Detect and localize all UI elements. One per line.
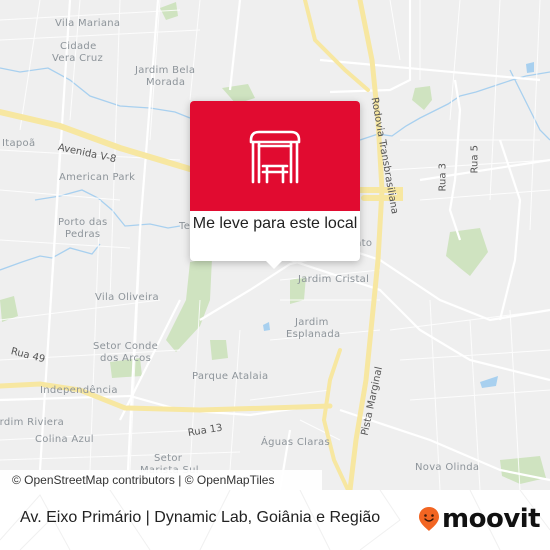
bus-stop-shelter-icon: [249, 130, 301, 184]
moovit-logo[interactable]: moovit: [418, 504, 541, 534]
road: [321, 348, 350, 490]
place-label: dos Arcos: [100, 353, 152, 364]
place-label: Pedras: [65, 229, 101, 240]
place-label: Porto das: [58, 217, 108, 228]
place-label: Vila Mariana: [55, 18, 121, 29]
place-label: Setor: [154, 453, 183, 464]
place-label: Nova Olinda: [415, 462, 480, 473]
park-area: [500, 456, 546, 484]
river: [509, 69, 550, 141]
lake: [480, 376, 498, 388]
place-label: American Park: [59, 172, 136, 183]
place-label: Colina Azul: [35, 434, 94, 445]
place-label: Vera Cruz: [52, 53, 104, 64]
map-attribution: © OpenStreetMap contributors | © OpenMap…: [0, 470, 322, 490]
park-area: [446, 228, 488, 276]
place-label: Jardim Riviera: [0, 417, 65, 428]
road: [303, 0, 370, 92]
map-view[interactable]: Vila Mariana Cidade Vera Cruz Jardim Bel…: [0, 0, 550, 490]
location-title: Av. Eixo Primário | Dynamic Lab, Goiânia…: [20, 509, 381, 526]
place-label: Jardim: [295, 317, 329, 328]
place-label: Te: [179, 221, 191, 232]
lake: [526, 62, 534, 73]
road-label: Rua 3: [437, 162, 449, 192]
place-label: Cidade: [60, 41, 97, 52]
park-area: [412, 86, 432, 110]
osm-attribution-link[interactable]: © OpenStreetMap contributors: [12, 473, 175, 487]
place-label: Setor Conde: [93, 341, 159, 352]
place-label: Vila Oliveira: [95, 292, 159, 303]
place-label: Independência: [40, 385, 118, 396]
place-label: Itapoã: [2, 138, 36, 149]
place-label: Águas Claras: [261, 437, 330, 448]
take-me-here-button[interactable]: Me leve para este local: [190, 213, 360, 235]
footer: Av. Eixo Primário | Dynamic Lab, Goiânia…: [0, 490, 550, 550]
road-label: Rua 5: [469, 144, 481, 174]
moovit-pin-icon: [419, 507, 439, 531]
place-label: Jardim Cristal: [298, 274, 370, 285]
place-label: Parque Atalaia: [192, 371, 269, 382]
popup-pointer: [265, 260, 283, 269]
river: [0, 243, 101, 271]
place-label: Morada: [146, 77, 186, 88]
park-area: [210, 340, 228, 360]
location-popup[interactable]: Me leve para este local: [190, 101, 360, 269]
place-label: Esplanada: [286, 329, 341, 340]
openmaptiles-attribution-link[interactable]: © OpenMapTiles: [185, 473, 275, 487]
park-area: [166, 258, 212, 352]
moovit-wordmark: moovit: [442, 504, 541, 534]
place-label: Jardim Bela: [135, 65, 196, 76]
popup-header: [190, 101, 360, 211]
lake: [263, 322, 270, 331]
attribution-separator: |: [174, 473, 185, 487]
